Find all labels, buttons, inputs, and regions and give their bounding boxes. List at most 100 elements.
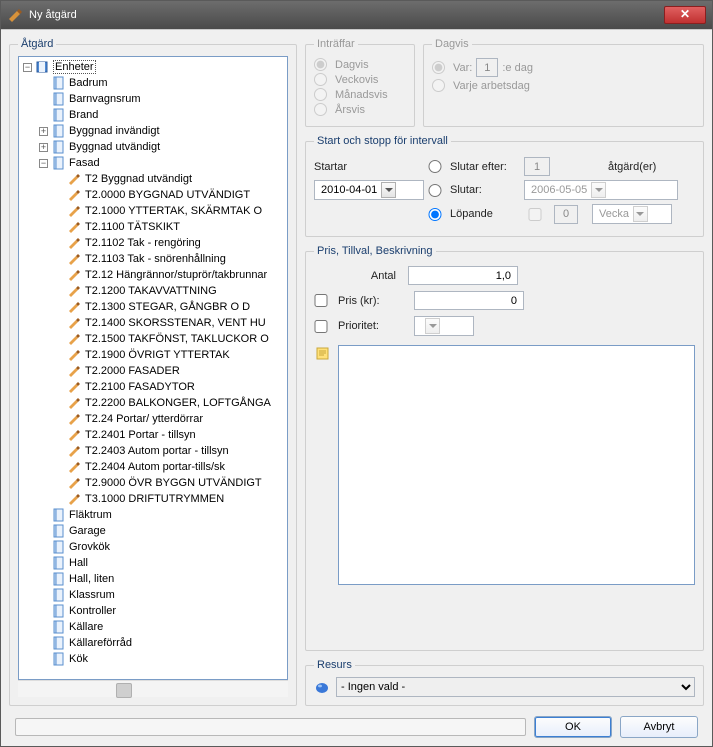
tree-folder[interactable]: Brand	[21, 107, 285, 123]
book-icon	[35, 60, 49, 74]
slutar-date-dropdown[interactable]: 2006-05-05	[524, 180, 678, 200]
tree-folder[interactable]: Hall, liten	[21, 571, 285, 587]
radio-dagvis[interactable]	[314, 58, 327, 71]
radio-manadsvis[interactable]	[314, 88, 327, 101]
tree-item[interactable]: T2.9000 ÖVR BYGGN UTVÄNDIGT	[21, 475, 285, 491]
tree-item[interactable]: T2.1103 Tak - snörenhållning	[21, 251, 285, 267]
tree-label: T2.2401 Portar - tillsyn	[85, 427, 196, 443]
tree-item[interactable]: T2.1000 YTTERTAK, SKÄRMTAK O	[21, 203, 285, 219]
chevron-down-icon	[381, 182, 396, 198]
tree-item[interactable]: T2.1300 STEGAR, GÅNGBR O D	[21, 299, 285, 315]
lopande-val[interactable]	[554, 205, 578, 224]
folder-icon	[51, 636, 65, 650]
brush-icon	[67, 204, 81, 218]
radio-slutar[interactable]	[428, 184, 442, 197]
startstop-legend: Start och stopp för intervall	[314, 135, 451, 147]
tree-folder[interactable]: Grovkök	[21, 539, 285, 555]
tree[interactable]: −EnheterBadrumBarnvagnsrumBrand+Byggnad …	[18, 56, 288, 680]
tree-item[interactable]: T2.2200 BALKONGER, LOFTGÅNGA	[21, 395, 285, 411]
tree-item[interactable]: T2.1102 Tak - rengöring	[21, 235, 285, 251]
tree-label: Hall	[69, 555, 88, 571]
tree-item[interactable]: T2.1500 TAKFÖNST, TAKLUCKOR O	[21, 331, 285, 347]
h-scrollbar[interactable]	[18, 680, 288, 697]
var-input[interactable]	[476, 58, 498, 77]
atgard-legend: Åtgärd	[18, 38, 56, 50]
tree-label: T3.1000 DRIFTUTRYMMEN	[85, 491, 224, 507]
tree-label: T2.2200 BALKONGER, LOFTGÅNGA	[85, 395, 271, 411]
resurs-group: Resurs - Ingen vald -	[305, 659, 704, 706]
tree-item[interactable]: T2.1900 ÖVRIGT YTTERTAK	[21, 347, 285, 363]
tree-folder-fasad[interactable]: −Fasad	[21, 155, 285, 171]
tree-item[interactable]: T2.1100 TÄTSKIKT	[21, 219, 285, 235]
dagvis-group: Dagvis Var: :e dag Varje arbetsdag	[423, 38, 704, 127]
tree-root-enheter[interactable]: −Enheter	[21, 59, 285, 75]
start-date-dropdown[interactable]: 2010-04-01	[314, 180, 424, 200]
radio-lopande[interactable]	[428, 208, 442, 221]
tree-folder[interactable]: Källareförråd	[21, 635, 285, 651]
tree-label: Badrum	[69, 75, 108, 91]
tree-item[interactable]: T2.12 Hängrännor/stuprör/takbrunnar	[21, 267, 285, 283]
description-textarea[interactable]	[338, 345, 695, 585]
chevron-down-icon	[425, 318, 440, 334]
tree-item[interactable]: T2 Byggnad utvändigt	[21, 171, 285, 187]
tree-folder[interactable]: Källare	[21, 619, 285, 635]
ok-button[interactable]: OK	[534, 716, 612, 738]
tree-item[interactable]: T3.1000 DRIFTUTRYMMEN	[21, 491, 285, 507]
tree-label: T2.1000 YTTERTAK, SKÄRMTAK O	[85, 203, 262, 219]
brush-icon	[67, 476, 81, 490]
tree-label: Klassrum	[69, 587, 115, 603]
folder-icon	[51, 92, 65, 106]
tree-folder[interactable]: Barnvagnsrum	[21, 91, 285, 107]
radio-slutar-efter[interactable]	[428, 160, 442, 173]
tree-label: Grovkök	[69, 539, 110, 555]
tree-item[interactable]: T2.2100 FASADYTOR	[21, 379, 285, 395]
lopande-check[interactable]	[524, 208, 546, 221]
tree-folder[interactable]: Kök	[21, 651, 285, 667]
tree-item[interactable]: T2.2404 Autom portar-tills/sk	[21, 459, 285, 475]
lopande-unit-dropdown[interactable]: Vecka	[592, 204, 672, 224]
tree-folder[interactable]: Fläktrum	[21, 507, 285, 523]
prioritet-dropdown[interactable]	[414, 316, 474, 336]
tree-folder[interactable]: +Byggnad utvändigt	[21, 139, 285, 155]
brush-icon	[67, 348, 81, 362]
radio-var[interactable]	[432, 61, 445, 74]
tree-item[interactable]: T2.24 Portar/ ytterdörrar	[21, 411, 285, 427]
folder-icon	[51, 556, 65, 570]
resurs-select[interactable]: - Ingen vald -	[336, 677, 695, 697]
tree-label: Brand	[69, 107, 98, 123]
tree-item[interactable]: T2.2000 FASADER	[21, 363, 285, 379]
brush-icon	[67, 188, 81, 202]
tree-label: Fasad	[69, 155, 100, 171]
tree-folder[interactable]: Badrum	[21, 75, 285, 91]
brush-icon	[67, 364, 81, 378]
tree-item[interactable]: T2.0000 BYGGNAD UTVÄNDIGT	[21, 187, 285, 203]
prioritet-check[interactable]	[314, 320, 328, 333]
tree-item[interactable]: T2.1400 SKORSSTENAR, VENT HU	[21, 315, 285, 331]
tree-folder[interactable]: +Byggnad invändigt	[21, 123, 285, 139]
close-button[interactable]: ✕	[664, 6, 706, 24]
radio-veckovis[interactable]	[314, 73, 327, 86]
tree-item[interactable]: T2.1200 TAKAVVATTNING	[21, 283, 285, 299]
tree-folder[interactable]: Klassrum	[21, 587, 285, 603]
antal-input[interactable]	[408, 266, 518, 285]
pris-input[interactable]	[414, 291, 524, 310]
tree-label: Barnvagnsrum	[69, 91, 141, 107]
tree-label: Källare	[69, 619, 103, 635]
pris-check[interactable]	[314, 294, 328, 307]
app-icon	[7, 7, 23, 23]
tree-folder[interactable]: Kontroller	[21, 603, 285, 619]
tree-label: T2 Byggnad utvändigt	[85, 171, 192, 187]
folder-icon	[51, 124, 65, 138]
folder-icon	[51, 652, 65, 666]
brush-icon	[67, 444, 81, 458]
slutar-efter-input[interactable]	[524, 157, 550, 176]
radio-arsvis[interactable]	[314, 103, 327, 116]
tree-item[interactable]: T2.2403 Autom portar - tillsyn	[21, 443, 285, 459]
tree-folder[interactable]: Garage	[21, 523, 285, 539]
client-area: Åtgärd −EnheterBadrumBarnvagnsrumBrand+B…	[1, 29, 712, 746]
radio-varje-arbetsdag[interactable]	[432, 79, 445, 92]
tree-folder[interactable]: Hall	[21, 555, 285, 571]
resource-icon	[314, 679, 330, 695]
cancel-button[interactable]: Avbryt	[620, 716, 698, 738]
tree-item[interactable]: T2.2401 Portar - tillsyn	[21, 427, 285, 443]
